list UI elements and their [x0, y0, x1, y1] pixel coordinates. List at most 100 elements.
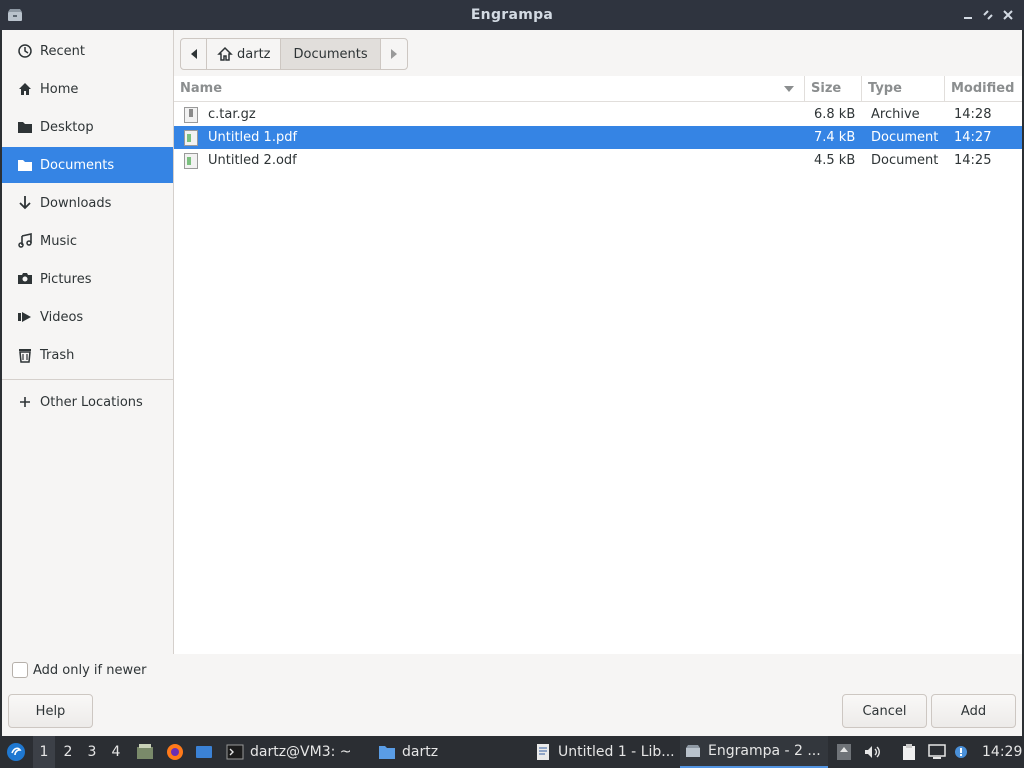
column-type-label: Type	[868, 81, 902, 96]
folder-icon	[16, 118, 34, 136]
column-name[interactable]: Name	[174, 76, 804, 101]
download-arrow-icon	[16, 194, 34, 212]
distro-logo-icon	[7, 743, 25, 761]
file-list: Name Size Type Modified c.tar.gz 6.8 kB …	[174, 76, 1022, 654]
close-button[interactable]	[998, 5, 1018, 25]
minimize-icon	[964, 17, 972, 19]
path-forward-button[interactable]	[381, 39, 407, 69]
add-button[interactable]: Add	[931, 694, 1016, 728]
table-row[interactable]: c.tar.gz 6.8 kB Archive 14:28	[174, 103, 1022, 126]
file-manager-icon	[137, 744, 153, 759]
sidebar-separator	[2, 379, 173, 380]
workspace-2[interactable]: 2	[57, 736, 79, 768]
sort-down-icon	[784, 86, 794, 92]
path-back-button[interactable]	[181, 39, 207, 69]
places-sidebar: Recent Home Desktop Documents Downloads …	[2, 30, 174, 654]
sidebar-item-label: Recent	[40, 43, 85, 59]
sidebar-item-home[interactable]: Home	[2, 71, 173, 107]
sidebar-item-recent[interactable]: Recent	[2, 33, 173, 69]
tray-notification[interactable]	[952, 736, 970, 768]
sidebar-item-trash[interactable]: Trash	[2, 337, 173, 373]
cancel-button[interactable]: Cancel	[842, 694, 927, 728]
task-libreoffice[interactable]: Untitled 1 - Lib...	[530, 736, 678, 768]
terminal-icon	[226, 744, 244, 760]
tray-volume[interactable]	[862, 736, 882, 768]
add-only-if-newer-checkbox[interactable]	[12, 662, 28, 678]
chevron-left-icon	[190, 49, 197, 59]
task-label: Untitled 1 - Lib...	[558, 744, 675, 760]
tray-network[interactable]	[926, 736, 948, 768]
sidebar-item-label: Videos	[40, 309, 84, 325]
clock-icon	[16, 42, 34, 60]
column-size[interactable]: Size	[804, 76, 861, 101]
restore-button[interactable]	[978, 5, 998, 25]
sidebar-item-downloads[interactable]: Downloads	[2, 185, 173, 221]
task-label: dartz	[402, 744, 439, 760]
file-modified: 14:28	[954, 107, 992, 122]
tray-updates[interactable]	[834, 736, 854, 768]
camera-icon	[16, 270, 34, 288]
window-titlebar: Engrampa	[0, 0, 1024, 30]
file-size: 6.8 kB	[814, 107, 856, 122]
document-file-icon	[184, 129, 198, 146]
sidebar-item-videos[interactable]: Videos	[2, 299, 173, 335]
sidebar-item-music[interactable]: Music	[2, 223, 173, 259]
workspace-1[interactable]: 1	[33, 736, 55, 768]
volume-icon	[865, 746, 880, 758]
table-row[interactable]: Untitled 1.pdf 7.4 kB Document 14:27	[174, 126, 1022, 149]
file-name: Untitled 2.odf	[208, 153, 297, 168]
sidebar-item-other-locations[interactable]: Other Locations	[2, 384, 173, 420]
task-file-manager[interactable]: dartz	[374, 736, 524, 768]
task-engrampa[interactable]: Engrampa - 2 ...	[680, 736, 828, 768]
taskbar: 1 2 3 4 dartz@VM3: ~ dartz Untitled 1 - …	[0, 736, 1024, 768]
file-modified: 14:27	[954, 130, 992, 145]
file-name: Untitled 1.pdf	[208, 130, 298, 145]
launcher-desktop[interactable]	[193, 736, 215, 768]
sidebar-item-documents[interactable]: Documents	[2, 147, 173, 183]
path-segment-label: dartz	[237, 46, 271, 62]
folder-icon	[379, 746, 395, 759]
file-name: c.tar.gz	[208, 107, 256, 122]
file-size: 4.5 kB	[814, 153, 856, 168]
network-icon	[928, 744, 946, 759]
path-bar: dartz Documents	[180, 38, 408, 70]
sidebar-item-label: Home	[40, 81, 79, 97]
workspace-4[interactable]: 4	[105, 736, 127, 768]
show-desktop-icon	[196, 746, 212, 758]
chevron-right-icon	[390, 49, 397, 59]
sidebar-item-label: Desktop	[40, 119, 94, 135]
close-icon	[1003, 10, 1013, 20]
add-only-if-newer-option[interactable]: Add only if newer	[12, 662, 146, 678]
launcher-files[interactable]	[134, 736, 156, 768]
column-modified[interactable]: Modified	[944, 76, 1022, 101]
trash-icon	[16, 346, 34, 364]
task-terminal[interactable]: dartz@VM3: ~	[222, 736, 372, 768]
tray-clipboard[interactable]	[899, 736, 919, 768]
video-icon	[16, 308, 34, 326]
home-icon	[16, 80, 34, 98]
sidebar-item-label: Trash	[40, 347, 75, 363]
path-segment-current[interactable]: Documents	[281, 39, 381, 69]
column-name-label: Name	[180, 81, 223, 96]
firefox-icon	[167, 744, 183, 760]
updates-icon	[837, 744, 851, 760]
launcher-firefox[interactable]	[164, 736, 186, 768]
table-row[interactable]: Untitled 2.odf 4.5 kB Document 14:25	[174, 149, 1022, 172]
clock[interactable]: 14:29	[982, 736, 1022, 768]
archive-file-icon	[184, 106, 198, 123]
window-title: Engrampa	[470, 7, 554, 23]
workspace-3[interactable]: 3	[81, 736, 103, 768]
sidebar-item-desktop[interactable]: Desktop	[2, 109, 173, 145]
help-button[interactable]: Help	[8, 694, 93, 728]
info-icon	[955, 746, 967, 758]
restore-icon	[983, 10, 993, 20]
file-type: Document	[871, 130, 939, 145]
sidebar-item-pictures[interactable]: Pictures	[2, 261, 173, 297]
minimize-button[interactable]	[958, 5, 978, 25]
path-segment-home[interactable]: dartz	[207, 39, 282, 69]
column-type[interactable]: Type	[861, 76, 944, 101]
start-menu-button[interactable]	[4, 736, 28, 768]
folder-icon	[16, 156, 34, 174]
column-modified-label: Modified	[951, 81, 1015, 96]
archive-manager-icon	[686, 745, 700, 757]
